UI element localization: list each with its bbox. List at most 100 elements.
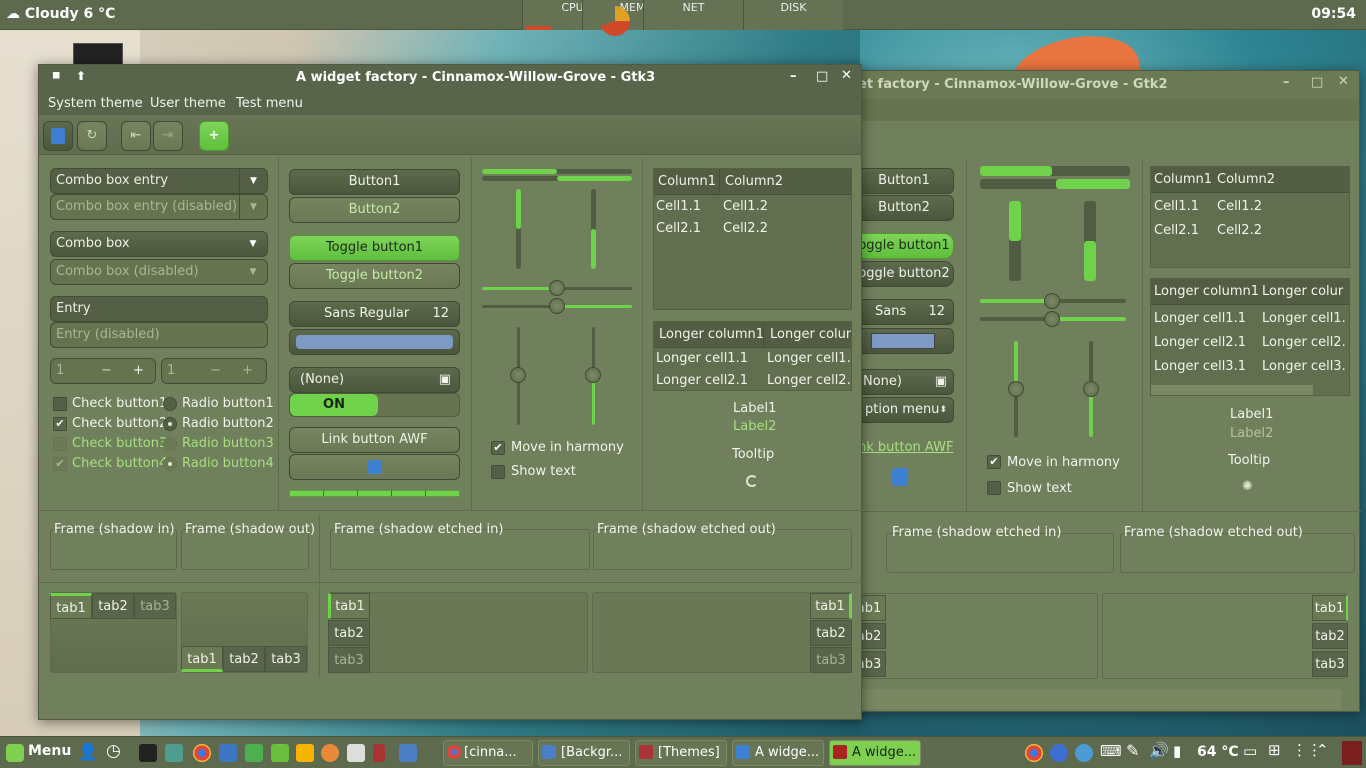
tab[interactable]: tab2 — [328, 620, 370, 646]
battery-icon[interactable]: ▮ — [1173, 742, 1181, 760]
column-header[interactable]: Longer colum — [770, 327, 851, 342]
gtk2-check-showtext[interactable] — [987, 481, 1001, 495]
gtk2-scale-h1[interactable] — [980, 293, 1126, 309]
tree-cell[interactable]: Longer cell1. — [1262, 311, 1346, 326]
add-icon[interactable]: + — [199, 121, 229, 151]
task-cinnamon[interactable]: [cinna... — [443, 740, 533, 766]
horizontal-scrollbar[interactable] — [846, 689, 1341, 709]
emoji-icon[interactable] — [296, 744, 314, 762]
tab[interactable]: tab3 — [265, 646, 307, 672]
toggle-button1[interactable]: Toggle button1 — [289, 235, 460, 261]
image-viewer-icon[interactable] — [347, 744, 365, 762]
tree-cell[interactable]: Cell2.1 — [1154, 223, 1199, 238]
first-page-icon[interactable]: ⇤ — [121, 121, 151, 151]
folder-icon[interactable] — [165, 744, 183, 762]
task-widget-factory-gtk3[interactable]: A widge... — [829, 740, 921, 766]
spin-plus-button[interactable]: + — [133, 359, 144, 383]
pen-icon[interactable]: ✎ — [1126, 741, 1139, 760]
check-show-text[interactable] — [491, 465, 505, 479]
user-icon[interactable]: 👤 — [78, 742, 98, 761]
color-button[interactable] — [289, 329, 460, 355]
tree-cell[interactable]: Longer cell2.1 — [1154, 335, 1246, 350]
link-button[interactable]: Link button AWF — [289, 427, 460, 453]
bluetooth-icon[interactable] — [1050, 744, 1068, 762]
column-header[interactable]: Column2 — [725, 174, 783, 189]
gtk2-button2[interactable]: Button2 — [854, 195, 954, 221]
chrome-tray-icon[interactable] — [1025, 744, 1043, 762]
refresh-icon[interactable]: ↻ — [77, 121, 107, 151]
gtk2-toggle2[interactable]: oggle button2 — [854, 261, 954, 287]
volume-icon[interactable]: 🔊 — [1149, 741, 1169, 760]
gtk2-scale-v1[interactable] — [1008, 341, 1024, 437]
tree-cell[interactable]: Cell1.1 — [656, 199, 701, 214]
tree-cell[interactable]: Cell1.2 — [723, 199, 768, 214]
file-chooser-button[interactable]: (None) ▣ — [289, 367, 460, 393]
check-button2[interactable]: ✔ — [53, 417, 67, 431]
scale-h1[interactable] — [482, 280, 632, 296]
gtk2-toggle1[interactable]: oggle button1 — [854, 233, 954, 259]
tree-cell[interactable]: Longer cell3.1 — [1154, 359, 1246, 374]
gtk2-option-menu[interactable]: ption menu ⬍ — [854, 397, 954, 423]
history-icon[interactable]: ◷ — [106, 741, 121, 761]
gtk2-treeview2[interactable]: Longer column1 Longer colur Longer cell1.… — [1150, 278, 1350, 396]
gtk2-color-button[interactable] — [854, 328, 954, 354]
tree-cell[interactable]: Cell1.2 — [1217, 199, 1262, 214]
gtk2-scale-v2[interactable] — [1083, 341, 1099, 437]
tree-cell[interactable]: Longer cell1.1 — [1154, 311, 1246, 326]
menu-system-theme[interactable]: System theme — [48, 96, 143, 111]
column-header[interactable]: Column1 — [658, 174, 716, 189]
workspace-icon[interactable]: ⊞ — [1268, 741, 1281, 759]
switch[interactable]: ON — [289, 393, 460, 417]
tab[interactable]: tab1 — [50, 593, 92, 619]
tab[interactable]: tab1 — [810, 593, 852, 619]
tab[interactable]: tab2 — [810, 620, 852, 646]
maximize-icon[interactable]: □ — [1311, 75, 1323, 90]
scale-h2[interactable] — [482, 298, 632, 314]
entry-field[interactable]: Entry — [50, 296, 268, 322]
radio-button2[interactable] — [163, 417, 177, 431]
scale-v1[interactable] — [510, 327, 526, 425]
gtk2-link-button[interactable]: nk button AWF — [858, 440, 953, 455]
scale-v2[interactable] — [585, 327, 601, 425]
toggle-button2[interactable]: Toggle button2 — [289, 263, 460, 289]
gtk2-treeview1[interactable]: Column1 Column2 Cell1.1 Cell1.2 Cell2.1 Cel… — [1150, 166, 1350, 268]
gtk2-font-button[interactable]: Sans 12 — [854, 299, 954, 325]
task-themes[interactable]: [Themes] — [635, 740, 727, 766]
scale-knob[interactable] — [1044, 311, 1060, 327]
gtk2-check-harmony[interactable]: ✔ — [987, 455, 1001, 469]
minimize-icon[interactable]: – — [1283, 75, 1290, 90]
temperature-label[interactable]: 64 °C — [1197, 744, 1239, 760]
gtk2-tooltip-label[interactable]: Tooltip — [1228, 453, 1270, 468]
check-button1[interactable] — [53, 397, 67, 411]
tree-cell[interactable]: Cell1.1 — [1154, 199, 1199, 214]
button1[interactable]: Button1 — [289, 169, 460, 195]
tree-cell[interactable]: Longer cell3. — [1262, 359, 1346, 374]
tree-cell[interactable]: Longer cell1.1 — [656, 351, 748, 366]
scale-knob[interactable] — [585, 367, 601, 383]
window-menu-icon[interactable]: ◼ — [52, 70, 60, 81]
scale-knob[interactable] — [510, 367, 526, 383]
android-icon[interactable] — [245, 744, 263, 762]
gtk2-button1[interactable]: Button1 — [854, 168, 954, 194]
top-clock[interactable]: 09:54 — [1311, 6, 1356, 22]
button2[interactable]: Button2 — [289, 197, 460, 223]
tab[interactable]: tab3 — [1312, 651, 1348, 677]
scale-knob[interactable] — [1008, 381, 1024, 397]
minimize-icon[interactable]: – — [790, 69, 797, 84]
tooltip-label[interactable]: Tooltip — [732, 447, 774, 462]
update-icon[interactable] — [1075, 744, 1093, 762]
menu-user-theme[interactable]: User theme — [150, 96, 226, 111]
chrome-icon[interactable] — [193, 744, 211, 762]
column-header[interactable]: Longer colur — [1262, 284, 1343, 299]
menu-test[interactable]: Test menu — [236, 96, 303, 111]
camera-icon[interactable] — [399, 744, 417, 762]
close-icon[interactable]: ✕ — [1338, 74, 1349, 89]
tree-cell[interactable]: Longer cell2.2 — [767, 373, 851, 388]
tools-icon[interactable] — [271, 744, 289, 762]
gtk2-scale-h2[interactable] — [980, 311, 1126, 327]
combo-box-entry[interactable]: Combo box entry ▼ — [50, 168, 268, 194]
gtk3-titlebar[interactable]: ◼ ⬆ A widget factory - Cinnamox-Willow-G… — [39, 65, 861, 91]
tab[interactable]: tab2 — [223, 646, 265, 672]
weather-applet[interactable]: ☁ Cloudy 6 °C — [6, 6, 115, 22]
tab[interactable]: tab1 — [181, 646, 223, 672]
